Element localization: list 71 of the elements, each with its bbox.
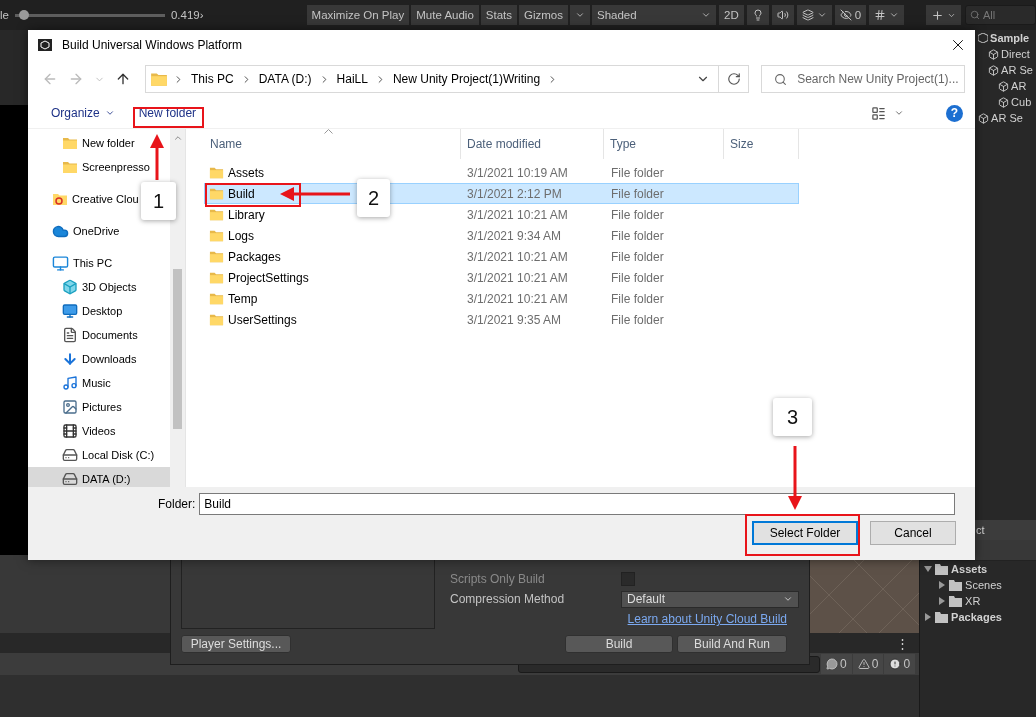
hierarchy-item[interactable]: Sample	[990, 32, 1030, 44]
hierarchy-item[interactable]: AR Se	[991, 112, 1023, 124]
nav-item[interactable]: Videos	[28, 419, 119, 443]
breadcrumb[interactable]: New Unity Project(1)Writing	[390, 72, 543, 86]
build-and-run-button[interactable]: Build And Run	[677, 635, 787, 653]
project-folder[interactable]: XR	[965, 595, 981, 607]
dialog-button[interactable]: Cancel	[870, 521, 956, 545]
dialog-button[interactable]: Select Folder	[752, 521, 858, 545]
more-menu-button[interactable]: ⋮	[896, 635, 910, 651]
project-folder[interactable]: Assets	[951, 563, 988, 575]
nav-item[interactable]: Desktop	[28, 299, 126, 323]
help-button[interactable]: ?	[946, 104, 963, 122]
search-field[interactable]: Search New Unity Project(1)...	[761, 65, 965, 93]
shading-dropdown[interactable]: Shaded	[592, 5, 716, 25]
hierarchy-item[interactable]: AR Se	[1001, 64, 1033, 76]
option-label: Scripts Only Build	[450, 572, 546, 586]
step-number-callout: 1	[141, 182, 176, 220]
column-header[interactable]: Type	[604, 129, 724, 159]
new-folder-button[interactable]: New folder	[134, 104, 201, 122]
column-header[interactable]: Date modified	[461, 129, 604, 159]
option-label: Compression Method	[450, 592, 566, 606]
breadcrumb[interactable]: HaiLL	[334, 72, 370, 86]
nav-item[interactable]: 3D Objects	[28, 275, 140, 299]
toolbar-toggle[interactable]: Maximize On Play	[306, 5, 410, 25]
address-bar[interactable]: This PC DATA (D:) HaiLL New Unity Project(1)Writing	[145, 65, 750, 93]
log-count-toggle[interactable]: 0	[884, 654, 916, 674]
nav-item[interactable]: OneDrive	[28, 219, 123, 243]
visibility-button[interactable]: 0	[834, 5, 867, 25]
breadcrumb[interactable]: This PC	[189, 72, 236, 86]
project-tab[interactable]: ct	[976, 524, 985, 536]
scale-label: le	[0, 9, 9, 21]
step-number-callout: 2	[357, 179, 390, 217]
build-button[interactable]: Build	[565, 635, 673, 653]
cloud-build-link[interactable]: Learn about Unity Cloud Build	[627, 612, 787, 626]
scale-value: 0.419›	[170, 9, 204, 21]
nav-item[interactable]: Screenpresso	[28, 155, 153, 179]
nav-item[interactable]: Music	[28, 371, 114, 395]
hierarchy-item[interactable]: Cub	[1011, 96, 1032, 108]
toolbar-toggle[interactable]: Gizmos	[519, 5, 568, 25]
breadcrumb[interactable]: DATA (D:)	[256, 72, 314, 86]
mode-2d-button[interactable]: 2D	[719, 5, 744, 25]
dialog-title: Build Universal Windows Platform	[62, 38, 244, 52]
nav-item[interactable]: Creative Clou	[28, 187, 142, 211]
project-folder[interactable]: Scenes	[965, 579, 1002, 591]
log-count-toggle[interactable]: 0	[852, 654, 884, 674]
step-number-callout: 3	[773, 398, 812, 436]
column-header[interactable]: Name	[204, 129, 461, 159]
column-header[interactable]: Size	[724, 129, 799, 159]
nav-item[interactable]: Documents	[28, 323, 141, 347]
compression-dropdown[interactable]: Default	[621, 590, 799, 608]
nav-item[interactable]: Downloads	[28, 347, 140, 371]
toolbar-toggle[interactable]: Stats	[480, 5, 517, 25]
hierarchy-item[interactable]: Direct	[1001, 48, 1030, 60]
toolbar-toggle[interactable]: Mute Audio	[411, 5, 479, 25]
file-row[interactable]: UserSettings 3/1/2021 9:35 AM File folder	[204, 309, 799, 330]
hierarchy-item[interactable]: AR	[1011, 80, 1027, 92]
nav-item[interactable]: New folder	[28, 131, 138, 155]
organize-button[interactable]: Organize	[47, 104, 119, 122]
file-row[interactable]: Temp 3/1/2021 10:21 AM File folder	[204, 288, 799, 309]
folder-input[interactable]: Build	[199, 493, 956, 515]
nav-item[interactable]: Pictures	[28, 395, 125, 419]
nav-item[interactable]: Local Disk (C:)	[28, 443, 158, 467]
file-row[interactable]: Packages 3/1/2021 10:21 AM File folder	[204, 246, 799, 267]
log-count-toggle[interactable]: 0	[821, 654, 852, 674]
file-row[interactable]: ProjectSettings 3/1/2021 10:21 AM File folder	[204, 267, 799, 288]
project-folder[interactable]: Packages	[951, 611, 1002, 623]
nav-item[interactable]: DATA (D:)	[28, 467, 170, 487]
folder-label: Folder:	[158, 497, 196, 511]
file-row[interactable]: Logs 3/1/2021 9:34 AM File folder	[204, 225, 799, 246]
player-settings-button[interactable]: Player Settings...	[181, 635, 291, 653]
nav-item[interactable]: This PC	[28, 251, 116, 275]
